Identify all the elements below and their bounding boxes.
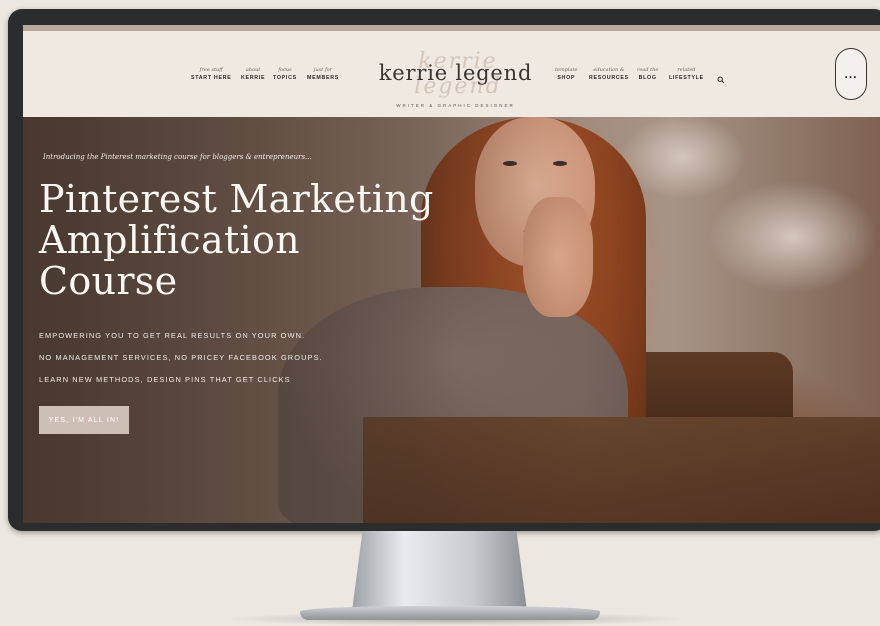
hero-tagline: NO MANAGEMENT SERVICES, NO PRICEY FACEBO…	[39, 353, 323, 362]
monitor-base	[300, 606, 600, 620]
logo-tagline: WRITER & GRAPHIC DESIGNER	[396, 103, 515, 108]
nav-label: START HERE	[191, 75, 232, 81]
headline-line: Amplification	[39, 218, 300, 262]
headline-line: Pinterest Marketing	[39, 177, 434, 221]
nav-sub-label: read the	[637, 67, 659, 73]
hero-intro: Introducing the Pinterest marketing cour…	[43, 153, 312, 161]
hero-headline: Pinterest Marketing Amplification Course	[39, 179, 459, 302]
site-header: free stuff START HERE about KERRIE focus…	[23, 31, 880, 117]
cta-button[interactable]: YES, I'M ALL IN!	[39, 406, 129, 434]
nav-label: BLOG	[638, 75, 657, 81]
browser-screen: free stuff START HERE about KERRIE focus…	[23, 25, 880, 523]
nav-sub-label: template	[555, 67, 578, 73]
search-icon[interactable]	[717, 76, 725, 84]
monitor-stand	[352, 531, 527, 611]
hero-tagline: EMPOWERING YOU TO GET REAL RESULTS ON YO…	[39, 331, 306, 340]
nav-label: RESOURCES	[589, 75, 629, 81]
menu-button[interactable]: ...	[835, 48, 867, 100]
nav-label: KERRIE	[241, 75, 266, 81]
nav-sub-label: free stuff	[199, 67, 223, 73]
nav-sub-label: just for	[313, 67, 333, 73]
monitor-frame: free stuff START HERE about KERRIE focus…	[8, 9, 880, 531]
nav-kerrie[interactable]: about KERRIE	[241, 67, 265, 82]
nav-label: MEMBERS	[307, 75, 339, 81]
nav-label: SHOP	[557, 75, 576, 81]
nav-label: TOPICS	[273, 75, 297, 81]
nav-sub-label: education &	[593, 67, 625, 73]
nav-sub-label: related	[677, 67, 696, 73]
nav-resources[interactable]: education & RESOURCES	[589, 67, 629, 82]
nav-label: LIFESTYLE	[669, 75, 704, 81]
hero-tagline: LEARN NEW METHODS, DESIGN PINS THAT GET …	[39, 375, 291, 384]
nav-sub-label: focus	[278, 67, 292, 73]
site-logo[interactable]: kerrie legend	[368, 61, 543, 85]
hero-section: Introducing the Pinterest marketing cour…	[23, 117, 880, 523]
nav-shop[interactable]: template SHOP	[555, 67, 577, 82]
nav-sub-label: about	[245, 67, 261, 73]
nav-lifestyle[interactable]: related LIFESTYLE	[669, 67, 704, 82]
nav-start-here[interactable]: free stuff START HERE	[191, 67, 231, 82]
nav-topics[interactable]: focus TOPICS	[273, 67, 297, 82]
nav-members[interactable]: just for MEMBERS	[307, 67, 339, 82]
headline-line: Course	[39, 259, 178, 303]
nav-blog[interactable]: read the BLOG	[637, 67, 658, 82]
